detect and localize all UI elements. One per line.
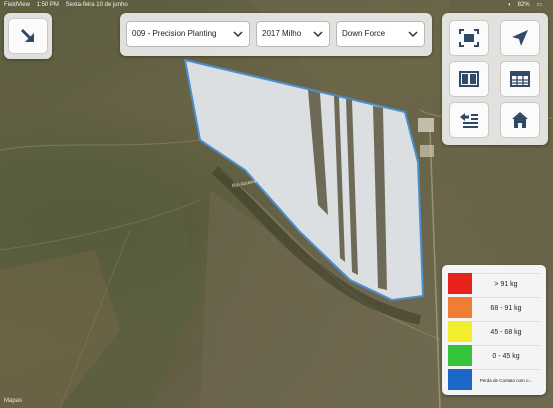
layer-select-value: Down Force (342, 29, 386, 38)
season-select-value: 2017 Milho (262, 29, 302, 38)
layer-select[interactable]: Down Force (336, 21, 425, 47)
split-view-button[interactable] (449, 61, 489, 97)
legend-swatch (448, 297, 472, 318)
legend-item: 45 - 68 kg (448, 321, 540, 342)
locate-button[interactable] (500, 20, 540, 56)
split-view-icon (459, 71, 479, 87)
legend-label: 68 - 91 kg (472, 297, 540, 319)
collapse-button[interactable] (8, 18, 48, 54)
legend-item: > 91 kg (448, 273, 540, 294)
home-icon (512, 112, 528, 128)
field-select[interactable]: 009 - Precision Planting (126, 21, 250, 47)
location-arrow-icon (512, 30, 528, 46)
season-select[interactable]: 2017 Milho (256, 21, 330, 47)
collapse-panel (4, 13, 52, 59)
legend-swatch (448, 345, 472, 366)
table-view-button[interactable] (500, 61, 540, 97)
fit-bounds-button[interactable] (449, 20, 489, 56)
table-icon (510, 71, 530, 87)
legend-swatch (448, 273, 472, 294)
legend-swatch (448, 321, 472, 342)
battery-level: 82% (517, 2, 530, 8)
legend-item: 68 - 91 kg (448, 297, 540, 318)
legend-item: 0 - 45 kg (448, 345, 540, 366)
map-legend: > 91 kg 68 - 91 kg 45 - 68 kg 0 - 45 kg … (442, 265, 546, 395)
list-back-icon (460, 113, 478, 128)
clock: 1:50 PM (36, 2, 59, 8)
legend-label: Perda de Contato com o... (472, 369, 540, 391)
legend-label: > 91 kg (472, 273, 540, 295)
layers-list-button[interactable] (449, 102, 489, 138)
wifi-icon: ◖ (507, 2, 511, 8)
status-bar: FieldView 1:50 PM Sexta-feira 10 de junh… (0, 0, 553, 10)
field-select-value: 009 - Precision Planting (132, 29, 217, 38)
chevron-down-icon (233, 31, 243, 38)
arrow-down-right-icon (20, 28, 35, 43)
date: Sexta-feira 10 de junho (65, 2, 128, 8)
chevron-down-icon (313, 31, 323, 38)
map-controls-panel (442, 13, 548, 145)
selector-toolbar: 009 - Precision Planting 2017 Milho Down… (120, 13, 432, 56)
legend-swatch (448, 369, 472, 390)
app-name: FieldView (4, 2, 30, 8)
legend-item: Perda de Contato com o... (448, 369, 540, 390)
map-attribution: Mapas (4, 398, 23, 404)
chevron-down-icon (408, 31, 418, 38)
legend-label: 0 - 45 kg (472, 345, 540, 367)
home-button[interactable] (500, 102, 540, 138)
legend-label: 45 - 68 kg (472, 321, 540, 343)
battery-icon: ▭ (536, 2, 542, 8)
fit-bounds-icon (459, 29, 479, 47)
